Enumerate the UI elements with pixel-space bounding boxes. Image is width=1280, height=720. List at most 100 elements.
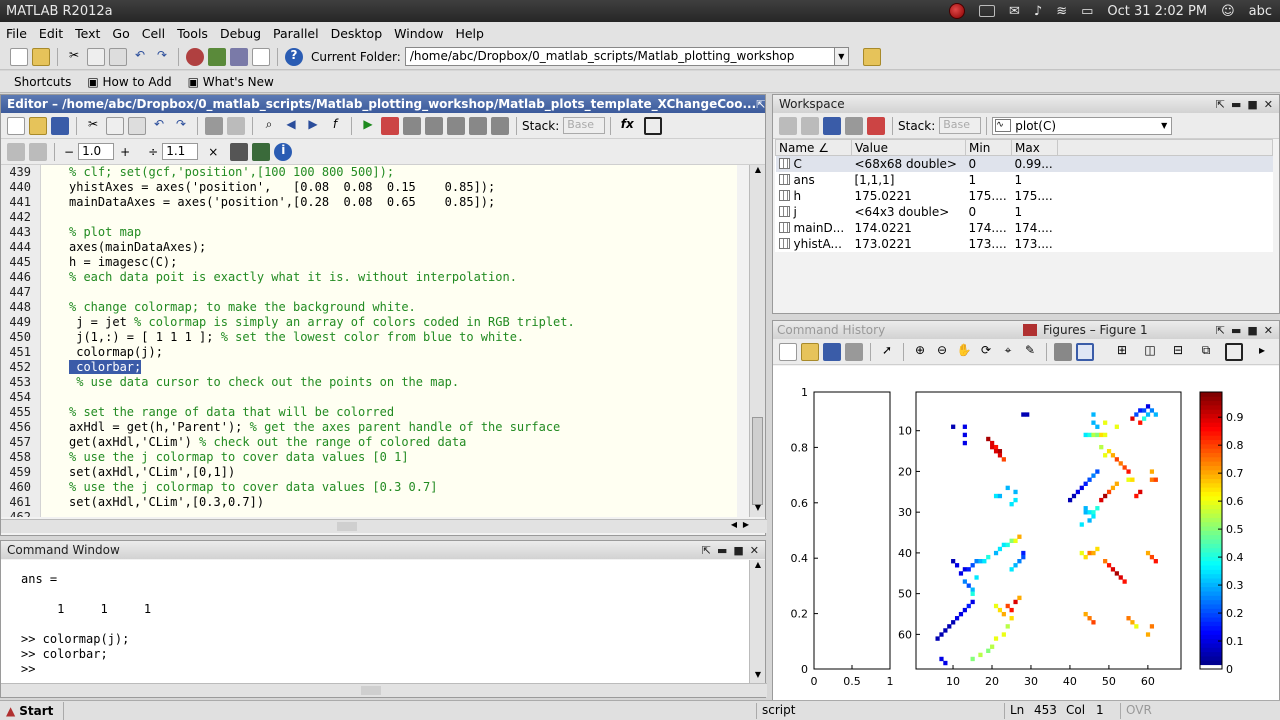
redo-icon[interactable]: ↷: [172, 117, 190, 135]
indent-icon[interactable]: [227, 116, 245, 135]
paste-icon[interactable]: [128, 116, 146, 135]
start-button[interactable]: ▲ Start: [0, 701, 65, 720]
line-number[interactable]: 454: [1, 390, 31, 405]
line-number[interactable]: 459: [1, 465, 31, 480]
code-line[interactable]: 461 set(axHdl,'CLim',[0.3,0.7]): [1, 495, 737, 510]
menu-parallel[interactable]: Parallel: [267, 26, 325, 41]
new-figure-icon[interactable]: [779, 342, 797, 361]
scroll-thumb[interactable]: [752, 417, 763, 505]
line-number[interactable]: 462: [1, 510, 31, 517]
undo-icon[interactable]: ↶: [131, 48, 149, 66]
undock-icon[interactable]: ⇱: [1216, 98, 1225, 111]
user-icon[interactable]: ☺: [1221, 4, 1235, 19]
line-number[interactable]: 447: [1, 285, 31, 300]
command-history-tab[interactable]: Command History: [773, 323, 1023, 337]
plot-selector[interactable]: ∿ plot(C) ▼: [992, 116, 1173, 135]
menu-tools[interactable]: Tools: [171, 26, 214, 41]
scroll-left-icon[interactable]: ◀: [731, 520, 737, 529]
clock-text[interactable]: Oct 31 2:02 PM: [1107, 4, 1207, 19]
column-header-max[interactable]: Max: [1011, 139, 1058, 156]
line-number[interactable]: 439: [1, 165, 31, 180]
menu-cell[interactable]: Cell: [136, 26, 171, 41]
code-line[interactable]: 441 mainDataAxes = axes('position',[0.28 …: [1, 195, 737, 210]
step-icon[interactable]: [403, 116, 421, 135]
code-line[interactable]: 449 j = jet % colormap is simply an arra…: [1, 315, 737, 330]
chevron-down-icon[interactable]: ▼: [834, 47, 849, 66]
new-file-icon[interactable]: [7, 116, 25, 135]
battery-icon[interactable]: ▭: [1081, 4, 1093, 19]
line-number[interactable]: 461: [1, 495, 31, 510]
close-icon[interactable]: ✕: [1264, 98, 1273, 111]
save-icon[interactable]: [823, 342, 841, 361]
guide-icon[interactable]: [208, 47, 226, 66]
cell-advance-icon[interactable]: [252, 142, 271, 161]
code-line[interactable]: 456 axHdl = get(h,'Parent'); % get the ax…: [1, 420, 737, 435]
code-line[interactable]: 455 % set the range of data that will be …: [1, 405, 737, 420]
stack-select[interactable]: Base: [939, 117, 982, 134]
forward-icon[interactable]: ▶: [304, 117, 322, 135]
zoom-out-icon[interactable]: ⊖: [933, 343, 951, 361]
line-number[interactable]: 440: [1, 180, 31, 195]
column-header-name[interactable]: Name ∠: [775, 139, 852, 156]
command-window-text[interactable]: ans = 1 1 1 >> colormap(j); >> colorbar; >>: [1, 560, 751, 684]
cut-icon[interactable]: ✂: [84, 117, 102, 135]
editor-horizontal-scrollbar[interactable]: ◀ ▶: [1, 519, 767, 533]
keyboard-icon[interactable]: [978, 5, 995, 17]
browse-folder-icon[interactable]: [862, 47, 881, 66]
top-bottom-icon[interactable]: ⊟: [1169, 343, 1187, 361]
line-number[interactable]: 460: [1, 480, 31, 495]
function-icon[interactable]: f: [326, 117, 344, 135]
line-number[interactable]: 451: [1, 345, 31, 360]
how-to-add-link[interactable]: ▣ How to Add: [87, 75, 171, 89]
figure-canvas[interactable]: 00.20.40.60.810 0.5 1 10 20 30 40 50 60102030405…: [773, 366, 1279, 700]
scroll-right-icon[interactable]: ▶: [743, 520, 749, 529]
zoom-factor-input[interactable]: 1.1: [162, 143, 199, 160]
zoom-increment-input[interactable]: 1.0: [78, 143, 115, 160]
line-number[interactable]: 443: [1, 225, 31, 240]
document-icon[interactable]: [252, 47, 270, 66]
table-row[interactable]: j <64x3 double> 0 1: [776, 204, 1273, 220]
zoom-plus-button[interactable]: +: [120, 145, 130, 159]
cell-run-icon[interactable]: [230, 142, 249, 161]
menu-file[interactable]: File: [0, 26, 33, 41]
code-line[interactable]: 444 axes(mainDataAxes);: [1, 240, 737, 255]
menu-text[interactable]: Text: [69, 26, 106, 41]
maximize-icon[interactable]: ■: [1247, 324, 1257, 337]
undo-icon[interactable]: ↶: [150, 117, 168, 135]
code-line[interactable]: 450 j(1,:) = [ 1 1 1 ]; % set the lowest…: [1, 330, 737, 345]
link-plot-icon[interactable]: [1054, 342, 1072, 361]
code-line[interactable]: 459 set(axHdl,'CLim',[0,1]): [1, 465, 737, 480]
line-number[interactable]: 450: [1, 330, 31, 345]
breakpoint-icon[interactable]: [381, 116, 399, 135]
line-number[interactable]: 456: [1, 420, 31, 435]
scroll-thumb[interactable]: [337, 522, 357, 531]
line-number[interactable]: 448: [1, 300, 31, 315]
record-icon[interactable]: [948, 3, 965, 19]
line-number[interactable]: 449: [1, 315, 31, 330]
close-icon[interactable]: ✕: [750, 544, 759, 557]
menu-window[interactable]: Window: [388, 26, 449, 41]
table-row[interactable]: mainD... 174.0221 174.... 174....: [776, 220, 1273, 236]
code-line[interactable]: 446 % each data poit is exactly what it i…: [1, 270, 737, 285]
delete-icon[interactable]: [867, 116, 885, 135]
line-number[interactable]: 446: [1, 270, 31, 285]
step-out-icon[interactable]: [447, 116, 465, 135]
zoom-multiply-button[interactable]: ×: [208, 145, 218, 159]
open-variable-icon[interactable]: [801, 116, 819, 135]
new-variable-icon[interactable]: [779, 116, 797, 135]
code-line[interactable]: 451 colormap(j);: [1, 345, 737, 360]
code-line[interactable]: 445 h = imagesc(C);: [1, 255, 737, 270]
simulink-icon[interactable]: [186, 47, 204, 66]
code-line[interactable]: 454: [1, 390, 737, 405]
maximize-figure-icon[interactable]: [1225, 342, 1243, 361]
code-line[interactable]: 448 % change colormap; to make the backgr…: [1, 300, 737, 315]
whats-new-link[interactable]: ▣ What's New: [188, 75, 274, 89]
step-in-icon[interactable]: [425, 116, 443, 135]
code-line[interactable]: 443 % plot map: [1, 225, 737, 240]
back-icon[interactable]: ◀: [282, 117, 300, 135]
open-folder-icon[interactable]: [29, 116, 47, 135]
line-number[interactable]: 441: [1, 195, 31, 210]
open-folder-icon[interactable]: [801, 342, 819, 361]
code-line[interactable]: 460 % use the j colormap to cover data va…: [1, 480, 737, 495]
copy-icon[interactable]: [106, 116, 124, 135]
